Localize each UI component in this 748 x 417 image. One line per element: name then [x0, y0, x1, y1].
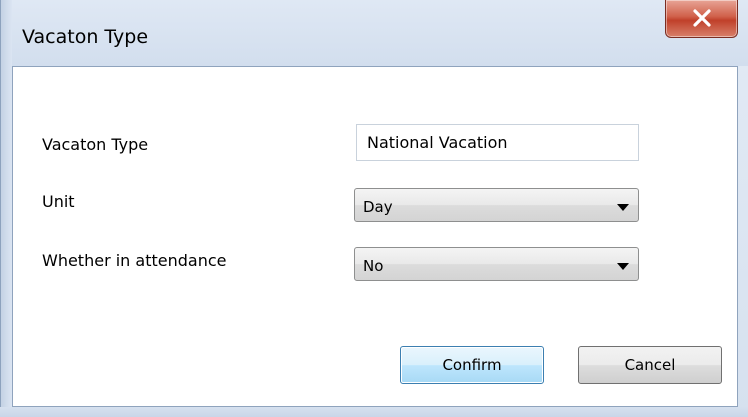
attendance-dropdown-value: No — [363, 257, 384, 275]
window-frame-bottom — [0, 407, 748, 417]
unit-dropdown-value: Day — [363, 198, 393, 216]
window-title: Vacaton Type — [22, 26, 149, 48]
cancel-button[interactable]: Cancel — [578, 346, 722, 384]
cancel-button-label: Cancel — [624, 356, 676, 374]
window-frame-left — [0, 0, 12, 417]
vacation-type-input[interactable]: National Vacation — [356, 124, 639, 161]
confirm-button[interactable]: Confirm — [400, 346, 544, 384]
dialog-window: Vacaton Type Vacaton Type National Vacat… — [0, 0, 748, 417]
unit-label: Unit — [42, 192, 75, 211]
confirm-button-label: Confirm — [442, 356, 502, 374]
close-icon — [693, 9, 711, 27]
dialog-content: Vacaton Type National Vacation Unit Day … — [12, 66, 738, 407]
chevron-down-icon — [617, 263, 629, 270]
unit-dropdown[interactable]: Day — [354, 188, 639, 222]
title-bar[interactable]: Vacaton Type — [0, 0, 748, 66]
attendance-label: Whether in attendance — [42, 251, 227, 270]
attendance-dropdown[interactable]: No — [354, 247, 639, 281]
vacation-type-label: Vacaton Type — [42, 135, 149, 154]
chevron-down-icon — [617, 204, 629, 211]
close-button[interactable] — [665, 0, 738, 38]
